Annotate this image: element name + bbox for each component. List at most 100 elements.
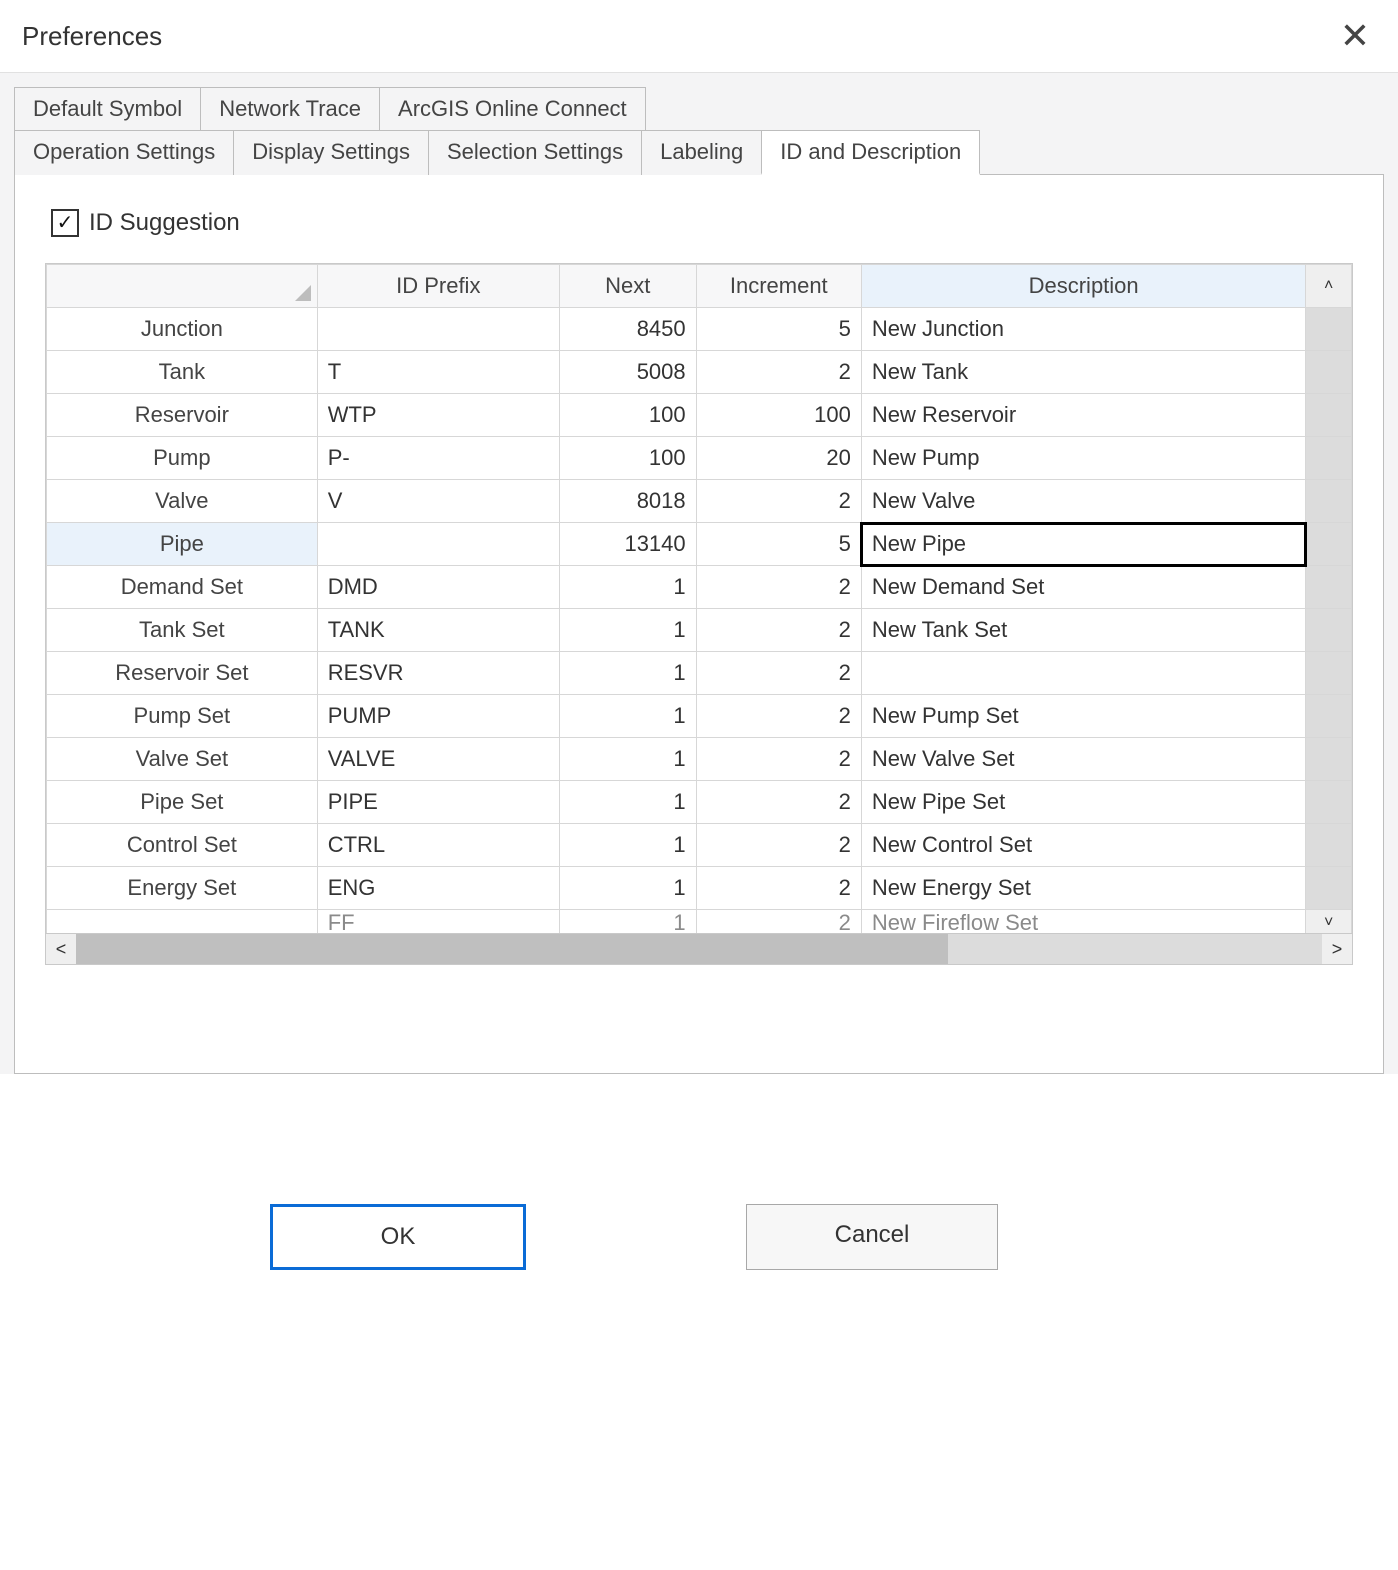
- cell-description[interactable]: New Pipe: [861, 523, 1305, 566]
- row-header[interactable]: Tank Set: [47, 609, 318, 652]
- cell-next[interactable]: 13140: [559, 523, 696, 566]
- cell-description[interactable]: New Valve Set: [861, 738, 1305, 781]
- cell-description[interactable]: New Demand Set: [861, 566, 1305, 609]
- cell-id-prefix[interactable]: [317, 523, 559, 566]
- scroll-v-track[interactable]: [1306, 437, 1352, 480]
- tab-display-settings[interactable]: Display Settings: [233, 130, 429, 175]
- cell-increment[interactable]: 2: [696, 609, 861, 652]
- ok-button[interactable]: OK: [270, 1204, 526, 1270]
- scroll-h-track[interactable]: [76, 934, 1322, 964]
- cell-next[interactable]: 1: [559, 781, 696, 824]
- scroll-v-track[interactable]: [1306, 738, 1352, 781]
- table-row[interactable]: Energy SetENG12New Energy Set: [47, 867, 1352, 910]
- row-header[interactable]: Reservoir: [47, 394, 318, 437]
- cell-increment[interactable]: 2: [696, 652, 861, 695]
- scroll-up-icon[interactable]: ˄: [1306, 265, 1352, 308]
- cancel-button[interactable]: Cancel: [746, 1204, 998, 1270]
- scroll-v-track[interactable]: [1306, 609, 1352, 652]
- table-row[interactable]: Reservoir SetRESVR12: [47, 652, 1352, 695]
- table-row[interactable]: Valve SetVALVE12New Valve Set: [47, 738, 1352, 781]
- tab-network-trace[interactable]: Network Trace: [200, 87, 380, 130]
- cell-id-prefix[interactable]: PUMP: [317, 695, 559, 738]
- cell-increment[interactable]: 2: [696, 566, 861, 609]
- cell-id-prefix[interactable]: PIPE: [317, 781, 559, 824]
- row-header[interactable]: Pipe: [47, 523, 318, 566]
- tab-operation-settings[interactable]: Operation Settings: [14, 130, 234, 175]
- row-header[interactable]: Pipe Set: [47, 781, 318, 824]
- tab-default-symbol[interactable]: Default Symbol: [14, 87, 201, 130]
- col-id-prefix[interactable]: ID Prefix: [317, 265, 559, 308]
- tab-id-and-description[interactable]: ID and Description: [761, 130, 980, 175]
- tab-labeling[interactable]: Labeling: [641, 130, 762, 175]
- cell-id-prefix[interactable]: V: [317, 480, 559, 523]
- cell-next[interactable]: 100: [559, 437, 696, 480]
- scroll-v-track[interactable]: [1306, 566, 1352, 609]
- cell-description[interactable]: New Tank: [861, 351, 1305, 394]
- cell-description[interactable]: New Reservoir: [861, 394, 1305, 437]
- row-header[interactable]: Energy Set: [47, 867, 318, 910]
- cell-id-prefix[interactable]: T: [317, 351, 559, 394]
- row-header[interactable]: Reservoir Set: [47, 652, 318, 695]
- cell-increment[interactable]: 2: [696, 480, 861, 523]
- scroll-down-icon[interactable]: ˅: [1306, 910, 1352, 934]
- cell-next[interactable]: 8450: [559, 308, 696, 351]
- cell-id-prefix[interactable]: DMD: [317, 566, 559, 609]
- cell-id-prefix[interactable]: WTP: [317, 394, 559, 437]
- cell-id-prefix[interactable]: VALVE: [317, 738, 559, 781]
- cell-description[interactable]: New Junction: [861, 308, 1305, 351]
- row-header[interactable]: Junction: [47, 308, 318, 351]
- id-suggestion-checkbox[interactable]: ✓: [51, 209, 79, 237]
- scroll-v-track[interactable]: [1306, 308, 1352, 351]
- scroll-right-icon[interactable]: >: [1322, 934, 1352, 964]
- cell-next[interactable]: 8018: [559, 480, 696, 523]
- cell-increment[interactable]: 2: [696, 867, 861, 910]
- cell-increment[interactable]: 2: [696, 781, 861, 824]
- col-increment[interactable]: Increment: [696, 265, 861, 308]
- cell-next[interactable]: 1: [559, 652, 696, 695]
- scroll-v-track[interactable]: [1306, 652, 1352, 695]
- cell-id-prefix[interactable]: P-: [317, 437, 559, 480]
- table-row[interactable]: PumpP-10020New Pump: [47, 437, 1352, 480]
- tab-arcgis-online-connect[interactable]: ArcGIS Online Connect: [379, 87, 646, 130]
- cell-next[interactable]: 1: [559, 867, 696, 910]
- cell-increment[interactable]: 20: [696, 437, 861, 480]
- cell-description[interactable]: New Tank Set: [861, 609, 1305, 652]
- table-row[interactable]: ReservoirWTP100100New Reservoir: [47, 394, 1352, 437]
- cell-id-prefix[interactable]: CTRL: [317, 824, 559, 867]
- cell-next[interactable]: 1: [559, 566, 696, 609]
- table-row[interactable]: Pump SetPUMP12New Pump Set: [47, 695, 1352, 738]
- tab-selection-settings[interactable]: Selection Settings: [428, 130, 642, 175]
- col-next[interactable]: Next: [559, 265, 696, 308]
- close-icon[interactable]: ✕: [1334, 18, 1376, 54]
- cell-increment[interactable]: 100: [696, 394, 861, 437]
- cell-id-prefix[interactable]: ENG: [317, 867, 559, 910]
- table-row[interactable]: Demand SetDMD12New Demand Set: [47, 566, 1352, 609]
- scroll-h-thumb[interactable]: [76, 934, 948, 964]
- cell-next[interactable]: 1: [559, 695, 696, 738]
- table-row[interactable]: Junction84505New Junction: [47, 308, 1352, 351]
- row-header[interactable]: Tank: [47, 351, 318, 394]
- scroll-left-icon[interactable]: <: [46, 934, 76, 964]
- cell-id-prefix[interactable]: RESVR: [317, 652, 559, 695]
- cell-increment[interactable]: 2: [696, 695, 861, 738]
- cell-description[interactable]: New Valve: [861, 480, 1305, 523]
- scroll-v-track[interactable]: [1306, 394, 1352, 437]
- cell-description[interactable]: [861, 652, 1305, 695]
- scroll-v-track[interactable]: [1306, 523, 1352, 566]
- cell-next[interactable]: 5008: [559, 351, 696, 394]
- scroll-v-track[interactable]: [1306, 351, 1352, 394]
- cell-description[interactable]: New Pump Set: [861, 695, 1305, 738]
- table-row[interactable]: Control SetCTRL12New Control Set: [47, 824, 1352, 867]
- cell-description[interactable]: New Pipe Set: [861, 781, 1305, 824]
- table-row[interactable]: Tank SetTANK12New Tank Set: [47, 609, 1352, 652]
- table-row[interactable]: Pipe131405New Pipe: [47, 523, 1352, 566]
- cell-increment[interactable]: 2: [696, 351, 861, 394]
- scroll-v-track[interactable]: [1306, 867, 1352, 910]
- table-row[interactable]: Pipe SetPIPE12New Pipe Set: [47, 781, 1352, 824]
- table-row[interactable]: ValveV80182New Valve: [47, 480, 1352, 523]
- row-header[interactable]: Valve: [47, 480, 318, 523]
- row-header[interactable]: Demand Set: [47, 566, 318, 609]
- scroll-v-track[interactable]: [1306, 695, 1352, 738]
- row-header[interactable]: Pump Set: [47, 695, 318, 738]
- scroll-v-track[interactable]: [1306, 781, 1352, 824]
